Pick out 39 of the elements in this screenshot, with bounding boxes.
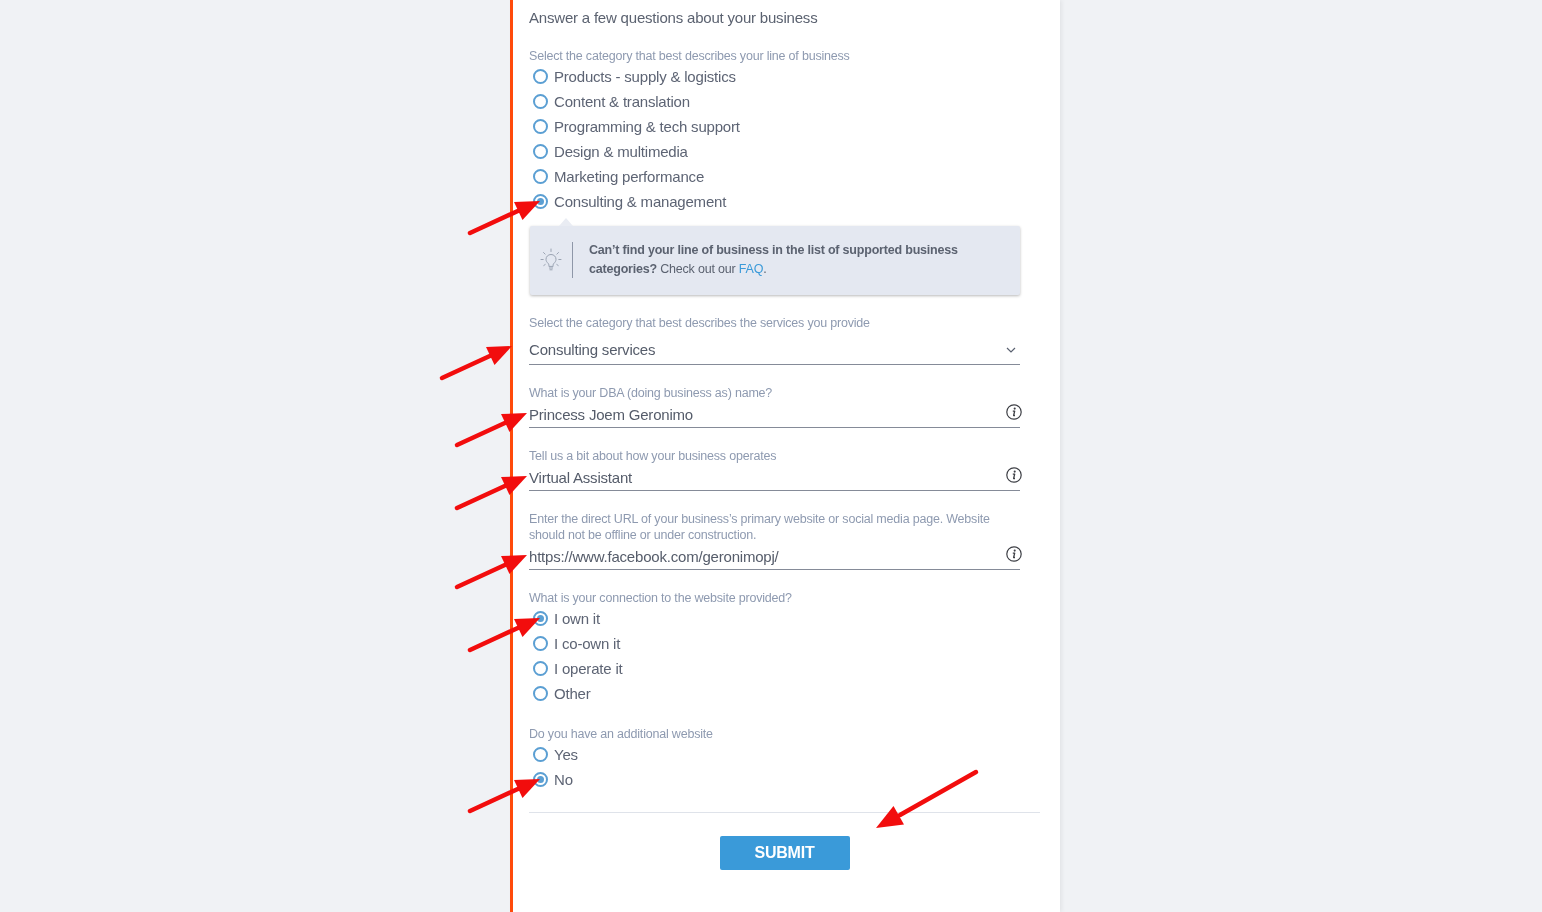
radio-option[interactable]: I operate it — [533, 660, 623, 677]
chevron-down-icon[interactable] — [1006, 347, 1016, 353]
radio-option[interactable]: Consulting & management — [533, 193, 727, 210]
radio-icon[interactable] — [533, 144, 548, 159]
radio-icon[interactable] — [533, 169, 548, 184]
radio-option[interactable]: Marketing performance — [533, 168, 705, 185]
info-icon[interactable] — [1006, 546, 1022, 562]
text-field[interactable]: Princess Joem Geronimo — [529, 404, 1020, 428]
radio-option[interactable]: Products - supply & logistics — [533, 68, 736, 85]
radio-icon[interactable] — [533, 69, 548, 84]
dropdown[interactable]: Consulting services — [529, 334, 1020, 365]
radio-icon[interactable] — [533, 119, 548, 134]
question-label: Select the category that best describes the services you provide — [529, 315, 871, 331]
radio-option[interactable]: Content & translation — [533, 93, 690, 110]
question-label: What is your DBA (doing business as) name? — [529, 385, 774, 401]
radio-option[interactable]: Design & multimedia — [533, 143, 688, 160]
question-label: Do you have an additional website — [529, 726, 714, 742]
info-icon[interactable] — [1006, 467, 1022, 483]
radio-option[interactable]: Programming & tech support — [533, 118, 740, 135]
radio-option[interactable]: I co-own it — [533, 635, 621, 652]
text-field[interactable]: Virtual Assistant — [529, 467, 1020, 491]
radio-icon[interactable] — [533, 636, 548, 651]
radio-icon[interactable] — [533, 747, 548, 762]
radio-option[interactable]: I own it — [533, 610, 600, 627]
radio-icon[interactable] — [533, 661, 548, 676]
lightbulb-icon — [540, 248, 562, 272]
question-label: Tell us a bit about how your business operates — [529, 448, 778, 464]
question-label: What is your connection to the website provided? — [529, 590, 793, 606]
radio-icon[interactable] — [533, 686, 548, 701]
tip-text: Can’t find your line of business in the list of supported business categories? Check out our FAQ. — [589, 242, 959, 278]
radio-option[interactable]: Yes — [533, 746, 578, 763]
text-field[interactable]: https://www.facebook.com/geronimopj/ — [529, 546, 1020, 570]
form-heading: Answer a few questions about your business — [529, 8, 819, 28]
radio-option[interactable]: No — [533, 771, 573, 788]
radio-option[interactable]: Other — [533, 685, 591, 702]
question-label: Select the category that best describes your line of business — [529, 48, 851, 64]
info-icon[interactable] — [1006, 404, 1022, 420]
question-label: Enter the direct URL of your business’s primary website or social media page. Website should not be offline or under construction. — [529, 511, 991, 543]
radio-icon[interactable] — [533, 94, 548, 109]
